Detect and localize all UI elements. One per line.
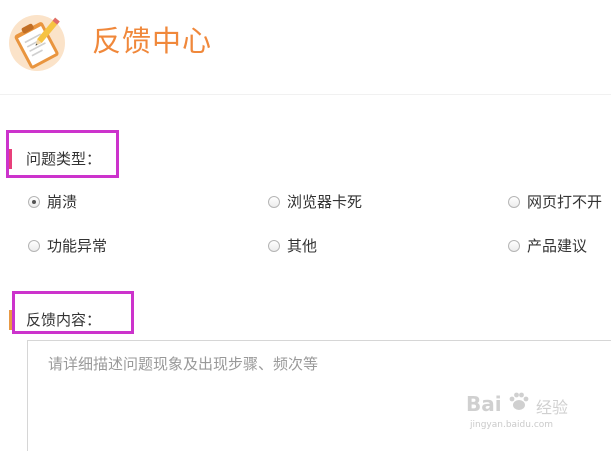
- page-title: 反馈中心: [92, 24, 213, 58]
- clipboard-pencil-icon: [9, 15, 65, 71]
- radio-other[interactable]: [268, 240, 280, 252]
- option-other-label: 其他: [287, 237, 318, 255]
- feedback-content-label: 反馈内容：: [26, 311, 102, 329]
- option-function-error[interactable]: 功能异常: [28, 236, 107, 256]
- option-crash[interactable]: 崩溃: [28, 192, 77, 212]
- header: 反馈中心: [0, 0, 611, 95]
- radio-product-suggestion[interactable]: [508, 240, 520, 252]
- option-other[interactable]: 其他: [268, 236, 317, 256]
- feedback-page: 反馈中心 问题类型： 崩溃 浏览器卡死 网页打不开 功能异常 其他 产品建议 反…: [0, 0, 611, 451]
- option-product-suggestion[interactable]: 产品建议: [508, 236, 587, 256]
- option-crash-label: 崩溃: [47, 193, 78, 211]
- option-product-suggestion-label: 产品建议: [527, 237, 588, 255]
- radio-crash[interactable]: [28, 196, 40, 208]
- feedback-content-accent-bar: [9, 310, 12, 330]
- radio-browser-freeze[interactable]: [268, 196, 280, 208]
- option-page-not-open-label: 网页打不开: [527, 193, 603, 211]
- problem-type-accent-bar: [9, 149, 12, 169]
- radio-page-not-open[interactable]: [508, 196, 520, 208]
- option-page-not-open[interactable]: 网页打不开: [508, 192, 602, 212]
- option-browser-freeze-label: 浏览器卡死: [287, 193, 363, 211]
- feedback-textarea[interactable]: [27, 340, 611, 451]
- option-function-error-label: 功能异常: [47, 237, 108, 255]
- option-browser-freeze[interactable]: 浏览器卡死: [268, 192, 362, 212]
- radio-function-error[interactable]: [28, 240, 40, 252]
- problem-type-label: 问题类型：: [26, 150, 102, 168]
